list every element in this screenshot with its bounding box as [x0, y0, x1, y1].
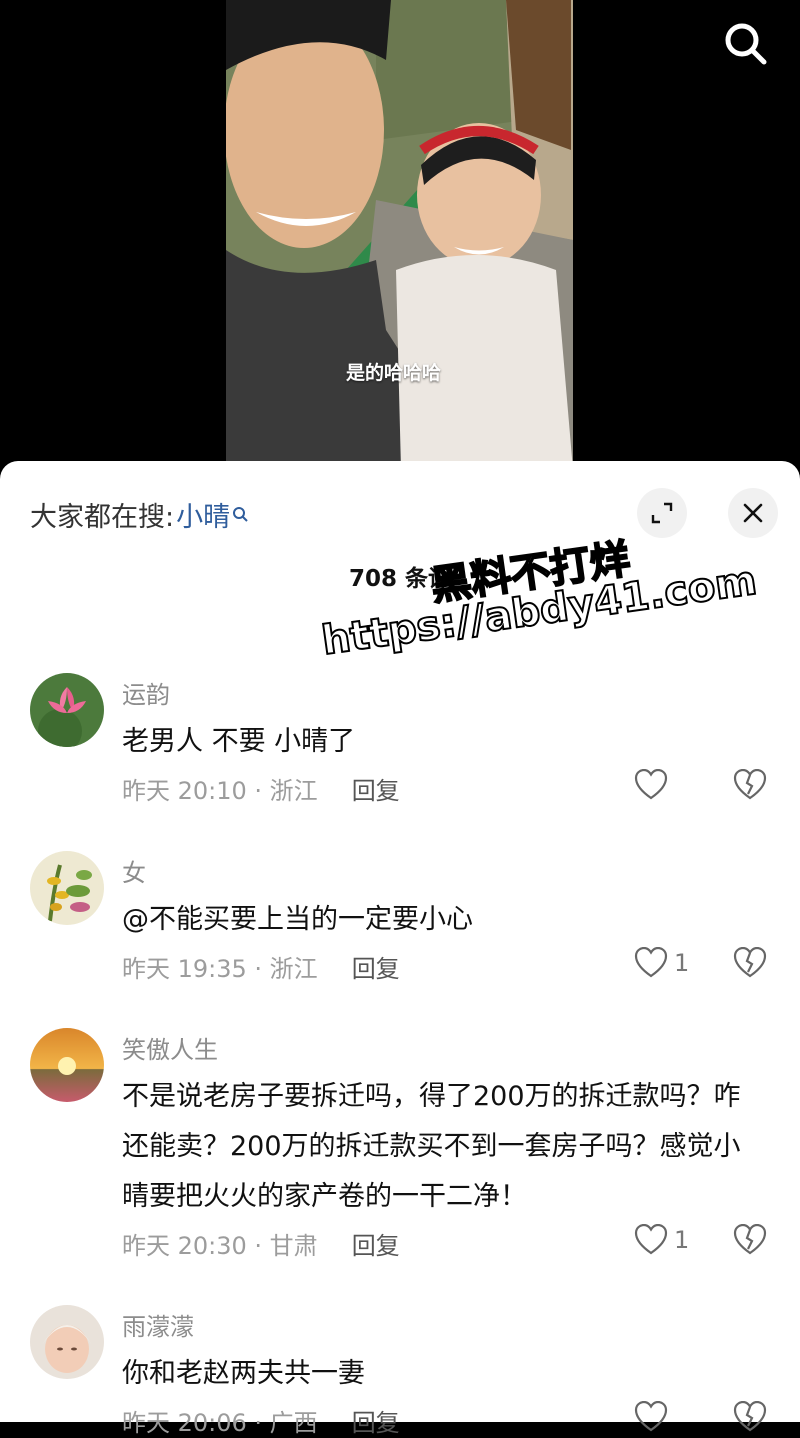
reply-button[interactable]: 回复: [352, 1403, 400, 1438]
comment-meta: 昨天 20:06 · 广西 回复: [122, 1403, 400, 1438]
avatar[interactable]: [30, 1305, 104, 1379]
comment-text: 你和老赵两夫共一妻: [122, 1358, 365, 1389]
search-icon: [725, 23, 767, 65]
avatar-image: [30, 1028, 104, 1102]
avatar-image: [30, 1305, 104, 1379]
trending-search-bar[interactable]: 大家都在搜: 小晴: [30, 495, 250, 534]
heart-icon: [634, 1401, 668, 1432]
trending-keyword[interactable]: 小晴: [176, 495, 230, 534]
like-count: 1: [674, 1226, 690, 1254]
comment-username[interactable]: 笑傲人生: [122, 1030, 218, 1065]
search-button[interactable]: [718, 16, 774, 72]
dislike-button[interactable]: [733, 768, 767, 805]
comment-meta: 昨天 19:35 · 浙江 回复: [122, 949, 400, 984]
comment-username[interactable]: 雨濛濛: [122, 1307, 194, 1342]
heart-icon: [634, 1224, 668, 1255]
trending-prefix: 大家都在搜:: [30, 502, 175, 533]
like-count: 1: [674, 949, 690, 977]
video-scene-image: [226, 0, 573, 470]
heart-icon: [634, 947, 668, 978]
broken-heart-icon: [733, 946, 767, 978]
like-button[interactable]: [634, 1401, 674, 1433]
comment-username[interactable]: 女: [122, 853, 146, 888]
avatar-image: [30, 673, 104, 747]
comment-time-location: 昨天 20:10 · 浙江: [122, 777, 318, 805]
avatar[interactable]: [30, 673, 104, 747]
broken-heart-icon: [733, 1223, 767, 1255]
video-subtitle: 是的哈哈哈: [346, 362, 442, 384]
avatar[interactable]: [30, 851, 104, 925]
comment-time-location: 昨天 20:30 · 甘肃: [122, 1232, 318, 1260]
comment-time-location: 昨天 19:35 · 浙江: [122, 955, 318, 983]
comment-username[interactable]: 运韵: [122, 675, 170, 710]
comment-meta: 昨天 20:10 · 浙江 回复: [122, 771, 400, 806]
dislike-button[interactable]: [733, 946, 767, 983]
comment-text: 老男人 不要 小晴了: [122, 726, 356, 757]
close-button[interactable]: [728, 488, 778, 538]
close-icon: [743, 503, 763, 523]
dislike-button[interactable]: [733, 1223, 767, 1260]
reply-button[interactable]: 回复: [352, 771, 400, 806]
dislike-button[interactable]: [733, 1400, 767, 1437]
broken-heart-icon: [733, 768, 767, 800]
video-frame: [226, 0, 573, 470]
like-button[interactable]: 1: [634, 947, 689, 979]
like-button[interactable]: 1: [634, 1224, 689, 1256]
comment-count: 708 条评: [348, 566, 452, 592]
video-player[interactable]: 是的哈哈哈: [0, 0, 800, 480]
expand-button[interactable]: [637, 488, 687, 538]
avatar[interactable]: [30, 1028, 104, 1102]
expand-icon: [651, 502, 673, 524]
comment-time-location: 昨天 20:06 · 广西: [122, 1409, 318, 1437]
broken-heart-icon: [733, 1400, 767, 1432]
like-button[interactable]: [634, 769, 674, 801]
comment-text: 不是说老房子要拆迁吗，得了200万的拆迁款吗？咋还能卖？200万的拆迁款买不到一…: [122, 1081, 741, 1212]
small-search-icon: [233, 506, 248, 522]
avatar-image: [30, 851, 104, 925]
reply-button[interactable]: 回复: [352, 1226, 400, 1261]
heart-icon: [634, 769, 668, 800]
comment-text: @不能买要上当的一定要小心: [122, 904, 473, 935]
comment-meta: 昨天 20:30 · 甘肃 回复: [122, 1226, 400, 1261]
reply-button[interactable]: 回复: [352, 949, 400, 984]
comment-count-row: 708 条评: [0, 559, 800, 593]
